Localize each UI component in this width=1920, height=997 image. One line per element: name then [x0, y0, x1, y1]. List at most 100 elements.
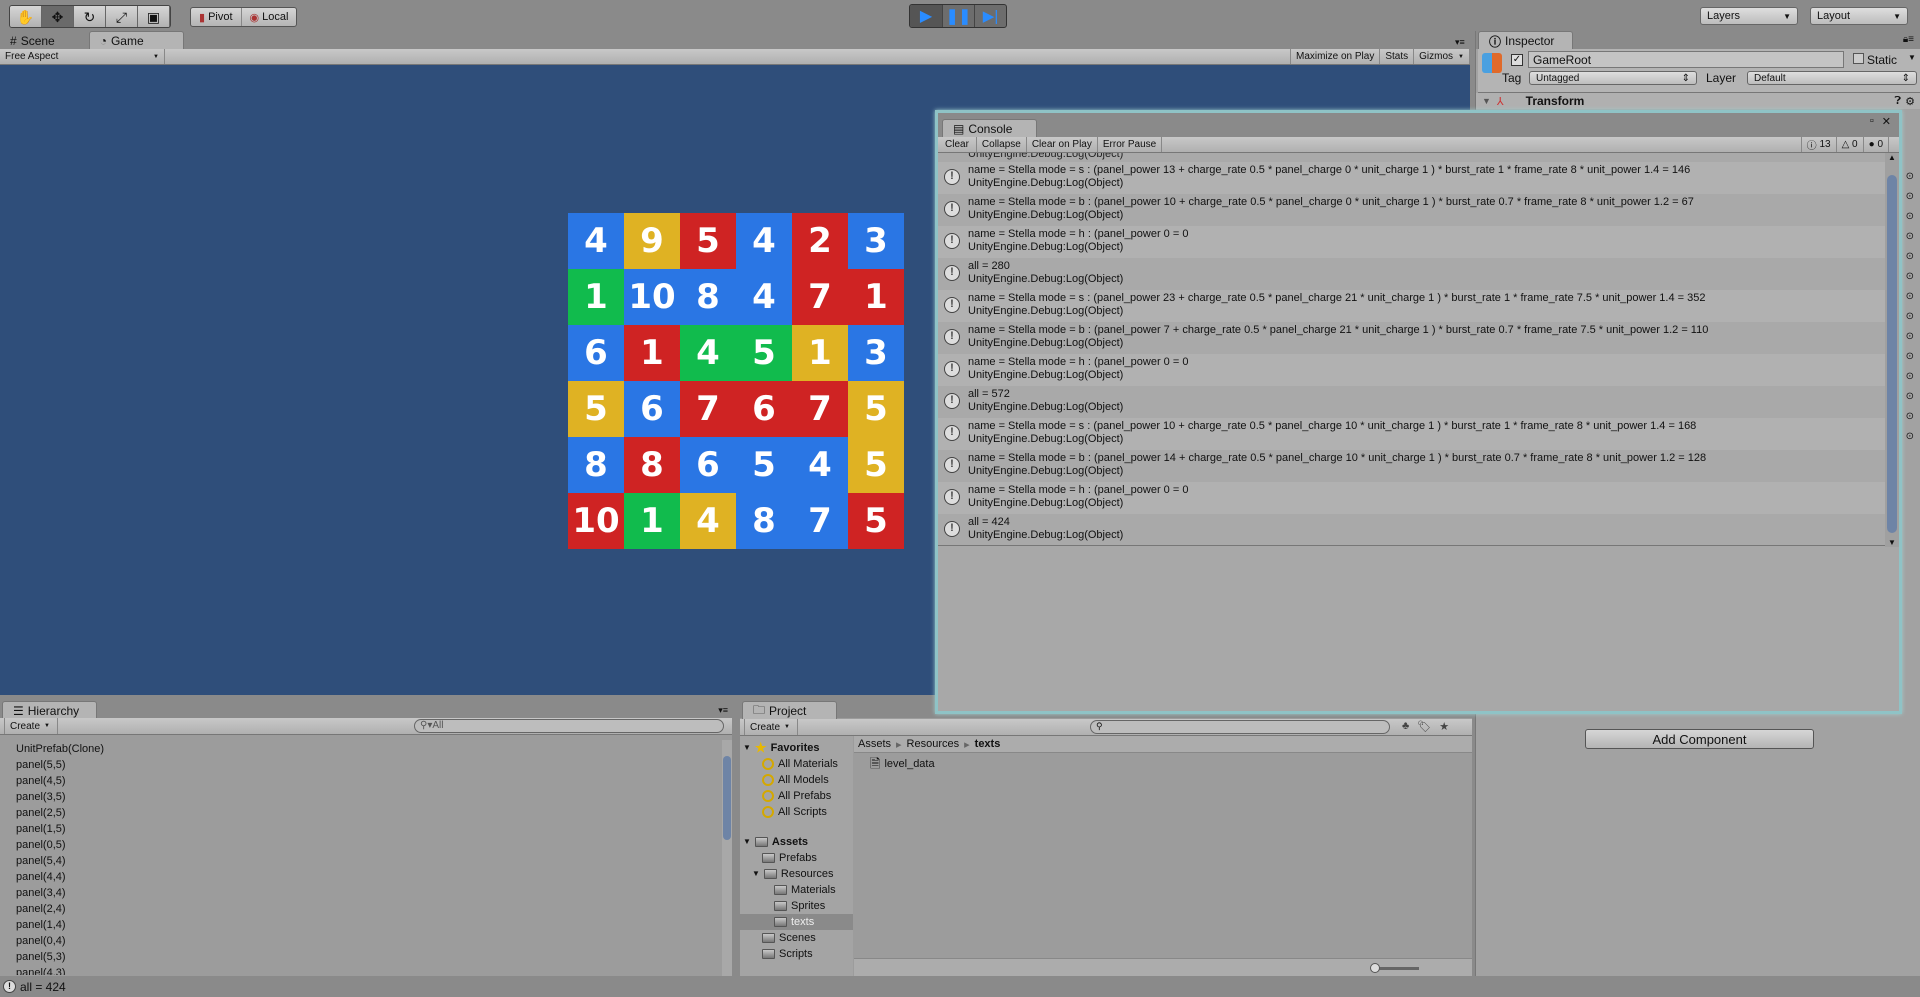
scroll-up-icon[interactable]: ▲ [1888, 153, 1896, 162]
grid-cell[interactable]: 1 [792, 325, 848, 381]
grid-cell[interactable]: 1 [848, 269, 904, 325]
add-component-button[interactable]: Add Component [1585, 729, 1814, 749]
visibility-icon[interactable]: ⊙ [1906, 351, 1914, 362]
hierarchy-item[interactable]: UnitPrefab(Clone) [0, 741, 720, 757]
hierarchy-item[interactable]: panel(0,4) [0, 933, 720, 949]
tab-project[interactable]: 🗀︎ Project [742, 701, 837, 720]
grid-cell[interactable]: 5 [848, 493, 904, 549]
console-log-entry[interactable]: ! all = 572 UnityEngine.Debug:Log(Object) [938, 386, 1885, 418]
help-icon[interactable]: ❓︎ [1895, 95, 1902, 108]
scroll-thumb[interactable] [1887, 175, 1897, 533]
close-icon[interactable]: ✕ [1882, 115, 1891, 128]
lock-icon[interactable]: 🔒︎≡ [1903, 34, 1914, 45]
folder-item[interactable]: Scripts [740, 946, 853, 962]
breadcrumb-item[interactable]: Resources [907, 738, 960, 750]
active-checkbox[interactable]: ✓ [1511, 54, 1523, 66]
static-checkbox[interactable] [1853, 53, 1864, 64]
panel-menu-icon[interactable]: ▾≡ [718, 705, 728, 716]
grid-cell[interactable]: 8 [624, 437, 680, 493]
grid-cell[interactable]: 8 [680, 269, 736, 325]
grid-cell[interactable]: 6 [624, 381, 680, 437]
visibility-icon[interactable]: ⊙ [1906, 371, 1914, 382]
grid-cell[interactable]: 6 [568, 325, 624, 381]
folder-item[interactable]: ▼ Resources [740, 866, 853, 882]
file-item[interactable]: 🗎︎ level_data [870, 756, 935, 772]
hierarchy-item[interactable]: panel(3,5) [0, 789, 720, 805]
grid-cell[interactable]: 1 [624, 325, 680, 381]
grid-cell[interactable]: 10 [568, 493, 624, 549]
hierarchy-item[interactable]: panel(5,3) [0, 949, 720, 965]
grid-cell[interactable]: 4 [736, 213, 792, 269]
console-log-entry[interactable]: ! all = 424 UnityEngine.Debug:Log(Object) [938, 514, 1885, 545]
visibility-icon[interactable]: ⊙ [1906, 391, 1914, 402]
slider-handle[interactable] [1370, 963, 1380, 973]
grid-cell[interactable]: 10 [624, 269, 680, 325]
layers-dropdown[interactable]: Layers ▼ [1700, 7, 1798, 25]
visibility-icon[interactable]: ⊙ [1906, 311, 1914, 322]
static-toggle[interactable]: Static ▼ [1853, 53, 1916, 67]
hierarchy-item[interactable]: panel(2,4) [0, 901, 720, 917]
grid-cell[interactable]: 2 [792, 213, 848, 269]
grid-cell[interactable]: 5 [848, 437, 904, 493]
favorite-item[interactable]: All Materials [740, 756, 853, 772]
visibility-icon[interactable]: ⊙ [1906, 431, 1914, 442]
grid-cell[interactable]: 5 [848, 381, 904, 437]
console-log-entry[interactable]: ! name = Stella mode = h : (panel_power 0… [938, 482, 1885, 514]
rect-tool-tool-button[interactable]: ▣ [138, 6, 170, 27]
visibility-icon[interactable]: ⊙ [1906, 411, 1914, 422]
visibility-icon[interactable]: ⊙ [1906, 231, 1914, 242]
grid-cell[interactable]: 5 [680, 213, 736, 269]
folder-item[interactable]: Scenes [740, 930, 853, 946]
log-filter-toggle[interactable]: ⓘ 13 [1800, 137, 1837, 152]
grid-cell[interactable]: 7 [792, 269, 848, 325]
grid-cell[interactable]: 4 [568, 213, 624, 269]
tab-scene[interactable]: # Scene [0, 31, 65, 50]
hierarchy-search-input[interactable]: ⚲▾All [414, 719, 724, 733]
visibility-icon[interactable]: ⊙ [1906, 251, 1914, 262]
clear-on-play-toggle[interactable]: Clear on Play [1027, 137, 1098, 152]
warning-filter-toggle[interactable]: △ 0 [1837, 137, 1864, 152]
transform-header[interactable]: ▼ ⅄ Transform ❓︎ ⚙ [1476, 93, 1920, 109]
grid-cell[interactable]: 5 [736, 437, 792, 493]
aspect-dropdown[interactable]: Free Aspect ▼ [0, 49, 165, 64]
grid-cell[interactable]: 7 [680, 381, 736, 437]
filter-by-type-icon[interactable]: ♣ [1402, 720, 1409, 733]
console-log-entry[interactable]: ! name = Stella mode = s : (panel_power 1… [938, 162, 1885, 194]
maximize-on-play-toggle[interactable]: Maximize on Play [1289, 49, 1381, 64]
hand-tool-button[interactable]: ✋ [10, 6, 42, 27]
favorite-star-icon[interactable]: ★ [1439, 720, 1449, 733]
gear-icon[interactable]: ⚙ [1905, 95, 1915, 108]
grid-cell[interactable]: 3 [848, 213, 904, 269]
grid-cell[interactable]: 7 [792, 493, 848, 549]
local-button[interactable]: ◉ Local [242, 8, 297, 26]
folder-item[interactable]: Sprites [740, 898, 853, 914]
hierarchy-item[interactable]: panel(2,5) [0, 805, 720, 821]
layer-dropdown[interactable]: Default ⇕ [1747, 71, 1917, 85]
grid-cell[interactable]: 1 [624, 493, 680, 549]
console-log-entry[interactable]: ! name = Stella mode = b : (panel_power 7… [938, 322, 1885, 354]
step-button[interactable]: ▶| [974, 5, 1006, 27]
visibility-icon[interactable]: ⊙ [1906, 291, 1914, 302]
hierarchy-item[interactable]: panel(4,4) [0, 869, 720, 885]
grid-cell[interactable]: 7 [792, 381, 848, 437]
create-dropdown[interactable]: Create ▼ [4, 718, 58, 734]
grid-cell[interactable]: 5 [568, 381, 624, 437]
error-pause-toggle[interactable]: Error Pause [1098, 137, 1163, 152]
grid-cell[interactable]: 4 [680, 493, 736, 549]
create-dropdown[interactable]: Create ▼ [744, 719, 798, 735]
grid-cell[interactable]: 4 [792, 437, 848, 493]
grid-cell[interactable]: 8 [736, 493, 792, 549]
assets-header[interactable]: ▼ Assets [740, 834, 853, 850]
grid-cell[interactable]: 4 [680, 325, 736, 381]
scale-tool-button[interactable]: ⤢ [106, 6, 138, 27]
console-log-list[interactable]: UnityEngine.Debug:Log(Object) ! name = St… [938, 153, 1885, 546]
visibility-icon[interactable]: ⊙ [1906, 191, 1914, 202]
grid-cell[interactable]: 8 [568, 437, 624, 493]
console-log-entry[interactable]: ! name = Stella mode = b : (panel_power 1… [938, 194, 1885, 226]
console-log-entry[interactable]: ! name = Stella mode = s : (panel_power 1… [938, 418, 1885, 450]
grid-cell[interactable]: 9 [624, 213, 680, 269]
grid-cell[interactable]: 6 [680, 437, 736, 493]
folder-item[interactable]: Materials [740, 882, 853, 898]
breadcrumb-item[interactable]: Assets [858, 738, 891, 750]
hierarchy-scrollbar[interactable] [722, 740, 732, 976]
